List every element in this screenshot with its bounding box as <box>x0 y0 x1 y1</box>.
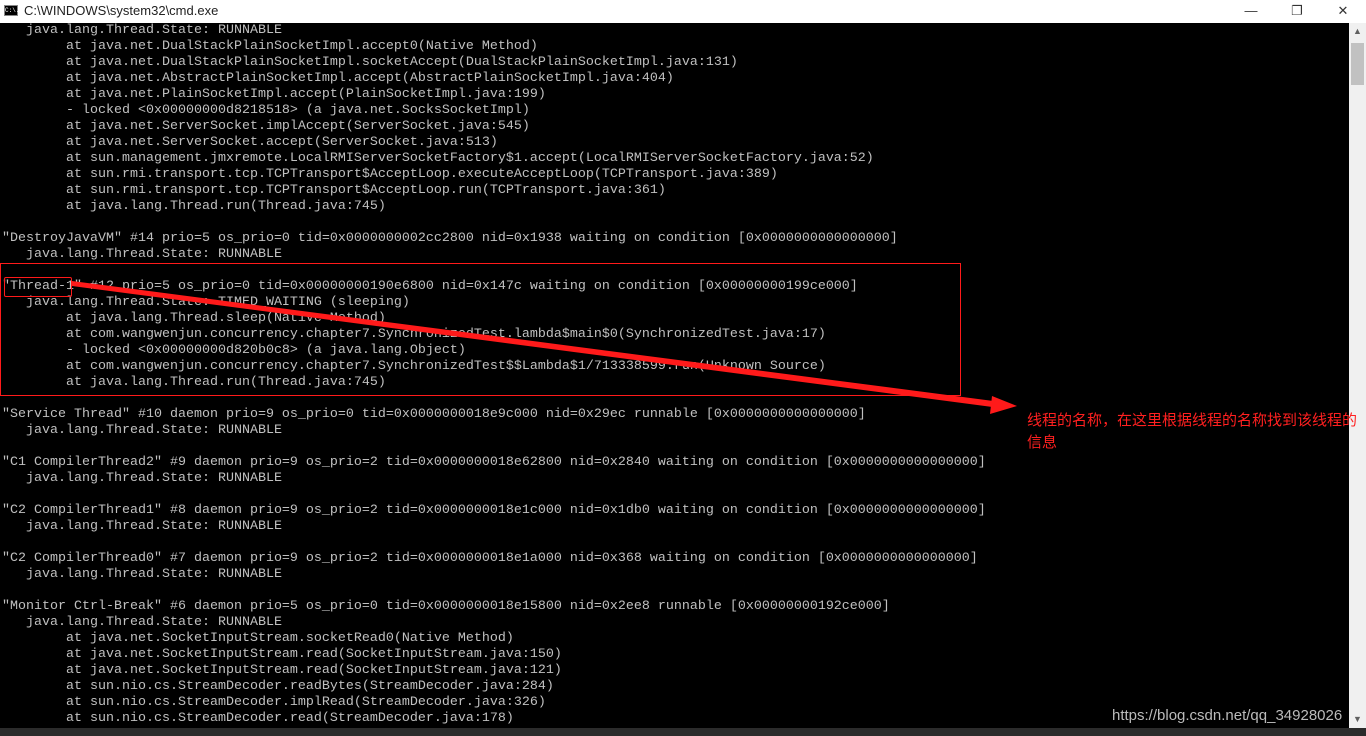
console-line: at java.net.AbstractPlainSocketImpl.acce… <box>2 71 674 86</box>
scroll-down-icon[interactable]: ▼ <box>1349 711 1366 728</box>
console-line: java.lang.Thread.State: RUNNABLE <box>2 423 282 438</box>
close-button[interactable]: ✕ <box>1320 0 1366 23</box>
annotation-text: 线程的名称，在这里根据线程的名称找到该线程的信息 <box>1027 412 1358 451</box>
minimize-button[interactable]: — <box>1228 0 1274 23</box>
title-bar: C:\. C:\WINDOWS\system32\cmd.exe — ❐ ✕ <box>0 0 1366 23</box>
console-line: at java.net.SocketInputStream.read(Socke… <box>2 663 562 678</box>
highlight-box-thread-block <box>0 263 961 396</box>
console-line: at java.lang.Thread.run(Thread.java:745) <box>2 199 386 214</box>
minimize-icon: — <box>1244 3 1258 18</box>
console-line: - locked <0x00000000d8218518> (a java.ne… <box>2 103 530 118</box>
console-line: java.lang.Thread.State: RUNNABLE <box>2 567 282 582</box>
watermark: https://blog.csdn.net/qq_34928026 <box>1112 707 1343 724</box>
console-line: java.lang.Thread.State: RUNNABLE <box>2 615 282 630</box>
console-line: "C1 CompilerThread2" #9 daemon prio=9 os… <box>2 455 986 470</box>
console-line: "DestroyJavaVM" #14 prio=5 os_prio=0 tid… <box>2 231 898 246</box>
console-line: java.lang.Thread.State: RUNNABLE <box>2 471 282 486</box>
console-line: at java.net.SocketInputStream.socketRead… <box>2 631 514 646</box>
console-line: at java.net.ServerSocket.accept(ServerSo… <box>2 135 498 150</box>
console-line: at sun.management.jmxremote.LocalRMIServ… <box>2 151 874 166</box>
taskbar <box>0 728 1366 736</box>
cmd-icon: C:\. <box>4 5 20 16</box>
console-line: java.lang.Thread.State: RUNNABLE <box>2 23 282 38</box>
console-line: at sun.rmi.transport.tcp.TCPTransport$Ac… <box>2 183 666 198</box>
console-line: at sun.nio.cs.StreamDecoder.implRead(Str… <box>2 695 546 710</box>
restore-icon: ❐ <box>1291 3 1303 18</box>
console-line: java.lang.Thread.State: RUNNABLE <box>2 519 282 534</box>
close-icon: ✕ <box>1337 3 1349 18</box>
console-line: at java.net.DualStackPlainSocketImpl.acc… <box>2 39 538 54</box>
window-title: C:\WINDOWS\system32\cmd.exe <box>24 3 219 18</box>
console-line: at sun.nio.cs.StreamDecoder.readBytes(St… <box>2 679 554 694</box>
restore-button[interactable]: ❐ <box>1274 0 1320 23</box>
vertical-scrollbar[interactable]: ▲ ▼ <box>1349 23 1366 728</box>
scroll-thumb[interactable] <box>1351 43 1364 85</box>
scroll-up-icon[interactable]: ▲ <box>1349 23 1366 40</box>
console-line: at java.net.ServerSocket.implAccept(Serv… <box>2 119 530 134</box>
console-line: at java.net.DualStackPlainSocketImpl.soc… <box>2 55 738 70</box>
console-line: at java.net.PlainSocketImpl.accept(Plain… <box>2 87 546 102</box>
console-line: at sun.rmi.transport.tcp.TCPTransport$Ac… <box>2 167 778 182</box>
highlight-box-thread-name <box>4 277 72 297</box>
console-line: "Service Thread" #10 daemon prio=9 os_pr… <box>2 407 866 422</box>
console-line: "C2 CompilerThread0" #7 daemon prio=9 os… <box>2 551 978 566</box>
console-line: "C2 CompilerThread1" #8 daemon prio=9 os… <box>2 503 986 518</box>
console-line: at java.net.SocketInputStream.read(Socke… <box>2 647 562 662</box>
console-line: at sun.nio.cs.StreamDecoder.read(StreamD… <box>2 711 514 726</box>
console-line: java.lang.Thread.State: RUNNABLE <box>2 247 282 262</box>
console-line: "Monitor Ctrl-Break" #6 daemon prio=5 os… <box>2 599 890 614</box>
